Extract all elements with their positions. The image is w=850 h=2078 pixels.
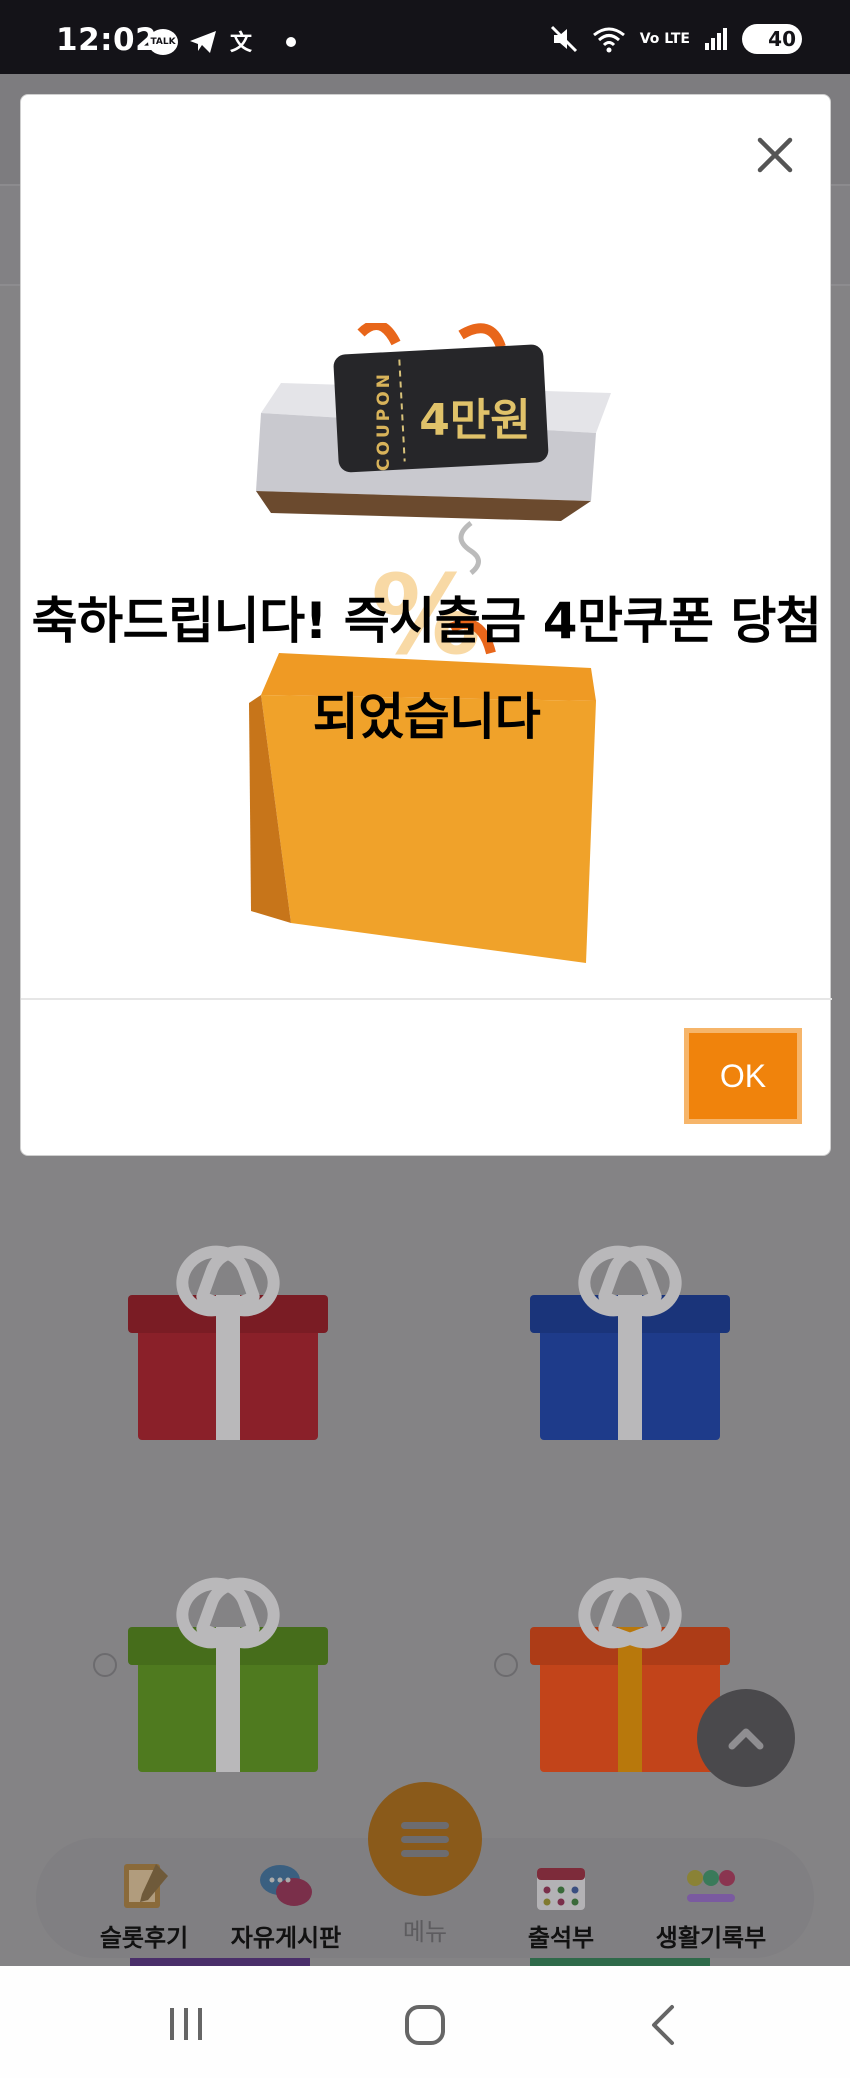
chat-bubbles-icon bbox=[258, 1860, 314, 1912]
status-bar: 12:02 TALK 文 Vo LTE 40 bbox=[0, 0, 850, 74]
gift-ribbon bbox=[618, 1295, 642, 1440]
signal-icon bbox=[705, 28, 727, 50]
modal-divider bbox=[21, 998, 832, 1000]
gift-ribbon bbox=[216, 1295, 240, 1440]
status-time: 12:02 bbox=[56, 22, 158, 58]
telegram-icon bbox=[190, 31, 216, 53]
nav-label: 자유게시판 bbox=[230, 1924, 342, 1952]
close-icon bbox=[757, 137, 793, 173]
gift-bow bbox=[176, 1240, 280, 1302]
chevron-up-icon bbox=[728, 1728, 764, 1750]
volte-label: Vo LTE bbox=[639, 31, 690, 47]
home-button[interactable] bbox=[404, 2004, 446, 2046]
recent-apps-button[interactable] bbox=[166, 2004, 206, 2044]
gift-box-red[interactable] bbox=[128, 1240, 328, 1440]
option-radio[interactable] bbox=[494, 1653, 518, 1677]
system-icons: Vo LTE 40 bbox=[550, 24, 802, 54]
nav-label: 출석부 bbox=[527, 1924, 595, 1952]
more-notifications-dot bbox=[286, 37, 296, 47]
nav-item-record[interactable]: 생활기록부 bbox=[636, 1860, 786, 1953]
menu-button[interactable] bbox=[368, 1782, 482, 1896]
coupon-amount: 4만원 bbox=[419, 395, 531, 446]
gift-bow bbox=[176, 1572, 280, 1634]
gift-ribbon bbox=[216, 1627, 240, 1772]
gift-box-blue[interactable] bbox=[530, 1240, 730, 1440]
menu-label: 메뉴 bbox=[402, 1918, 448, 1946]
svg-text:文: 文 bbox=[230, 30, 253, 56]
notification-icons: TALK 文 bbox=[148, 28, 296, 56]
calendar-icon bbox=[533, 1860, 589, 1912]
prize-modal: COUPON 4만원 % 축하드립니다! 즉시출금 4만쿠폰 당첨 되었습니다 … bbox=[20, 94, 832, 1156]
nav-label: 슬롯후기 bbox=[99, 1924, 189, 1952]
prize-message: 축하드립니다! 즉시출금 4만쿠폰 당첨 되었습니다 bbox=[31, 592, 822, 746]
option-radio[interactable] bbox=[93, 1653, 117, 1677]
coupon-label: COUPON bbox=[374, 371, 394, 471]
wifi-icon bbox=[592, 27, 625, 53]
system-navigation-bar bbox=[0, 1966, 850, 2078]
scroll-to-top-button[interactable] bbox=[697, 1689, 795, 1787]
nav-label: 생활기록부 bbox=[655, 1924, 767, 1952]
nav-item-attendance[interactable]: 출석부 bbox=[491, 1860, 631, 1953]
mute-icon bbox=[550, 25, 577, 53]
gift-bow bbox=[578, 1240, 682, 1302]
gift-box-green[interactable] bbox=[128, 1572, 328, 1772]
battery-indicator: 40 bbox=[742, 24, 802, 54]
kakaotalk-icon: TALK bbox=[148, 29, 178, 55]
gift-bow bbox=[578, 1572, 682, 1634]
nav-item-board[interactable]: 자유게시판 bbox=[216, 1860, 356, 1953]
close-button[interactable] bbox=[749, 129, 801, 181]
menu-icon bbox=[401, 1815, 449, 1864]
emoji-record-icon bbox=[683, 1860, 739, 1912]
gift-ribbon bbox=[618, 1627, 642, 1772]
ok-button[interactable]: OK bbox=[684, 1028, 802, 1124]
back-button[interactable] bbox=[648, 2004, 678, 2046]
nav-item-review[interactable]: 슬롯후기 bbox=[74, 1860, 214, 1953]
translate-icon: 文 bbox=[230, 30, 253, 56]
review-icon bbox=[116, 1860, 172, 1912]
